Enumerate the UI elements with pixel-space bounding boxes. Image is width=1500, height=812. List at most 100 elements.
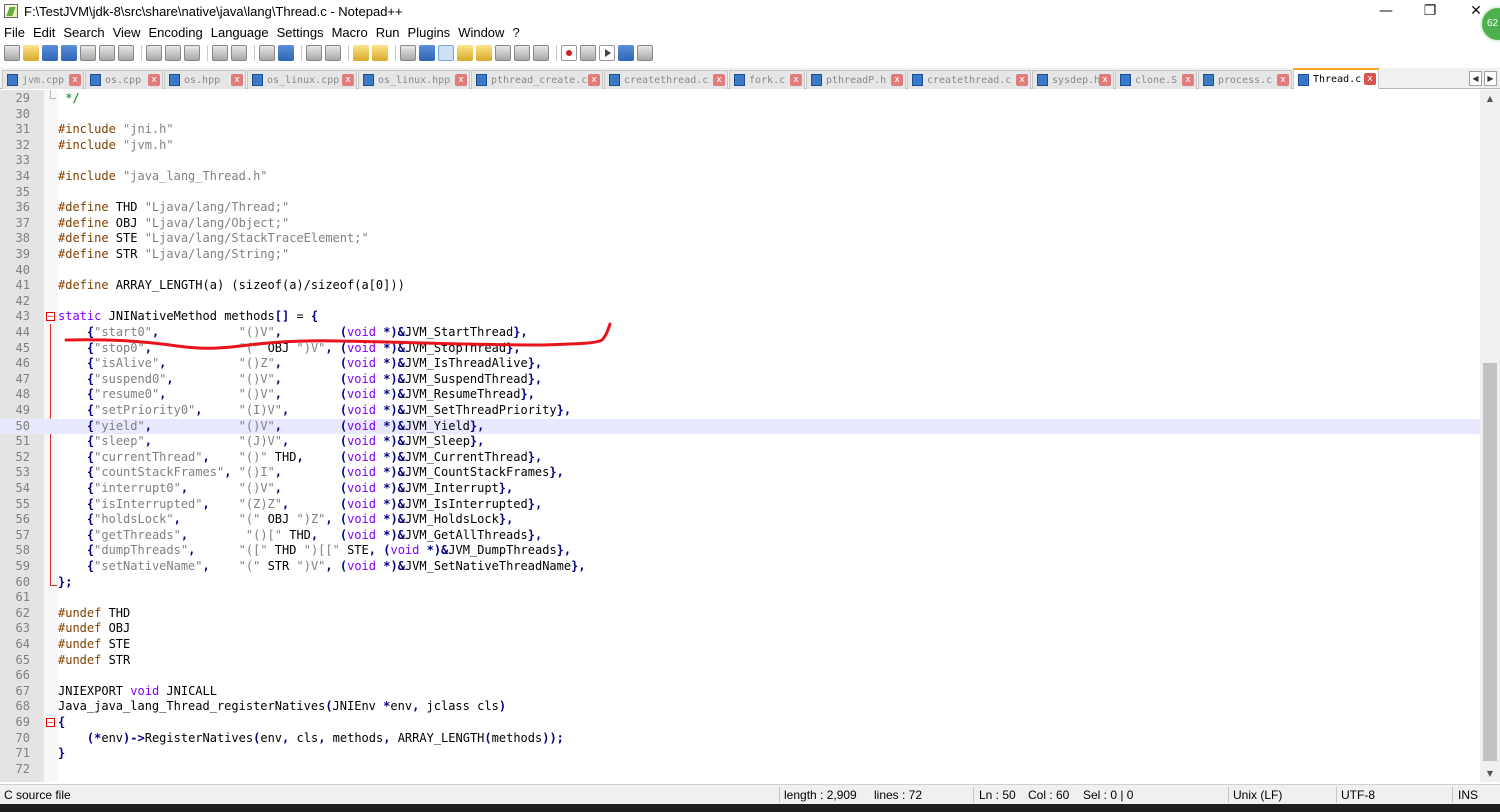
code-line[interactable]: 41 #define ARRAY_LENGTH(a) (sizeof(a)/siz… — [0, 278, 1480, 294]
code-line[interactable]: 44 {"start0", "()V", (void *)&JVM_StartT… — [0, 325, 1480, 341]
code-line[interactable]: 42 — [0, 294, 1480, 310]
zoom-out-icon[interactable] — [325, 45, 341, 61]
tab-sysdep-h[interactable]: sysdep.h x — [1032, 70, 1114, 89]
code-line[interactable]: 40 — [0, 263, 1480, 279]
sync-horizontal-icon[interactable] — [372, 45, 388, 61]
menu-item-help[interactable]: ? — [512, 25, 519, 40]
menu-item-window[interactable]: Window — [458, 25, 504, 40]
code-line[interactable]: 68 Java_java_lang_Thread_registerNatives(… — [0, 699, 1480, 715]
code-line[interactable]: 45 {"stop0", "(" OBJ ")V", (void *)&JVM_… — [0, 341, 1480, 357]
code-line[interactable]: 39 #define STR "Ljava/lang/String;" — [0, 247, 1480, 263]
code-line[interactable]: 56 {"holdsLock", "(" OBJ ")Z", (void *)&… — [0, 512, 1480, 528]
close-file-icon[interactable] — [80, 45, 96, 61]
code-line[interactable]: 33 — [0, 153, 1480, 169]
show-all-characters-icon[interactable] — [419, 45, 435, 61]
indent-guide-icon[interactable] — [438, 45, 454, 61]
scroll-down-button[interactable]: ▼ — [1480, 765, 1500, 782]
tab-os-cpp[interactable]: os.cpp x — [85, 70, 163, 89]
menu-item-settings[interactable]: Settings — [277, 25, 324, 40]
code-line[interactable]: 59 {"setNativeName", "(" STR ")V", (void… — [0, 559, 1480, 575]
status-eol[interactable]: Unix (LF) — [1233, 788, 1282, 802]
tab-close-icon[interactable]: x — [455, 74, 467, 86]
code-line[interactable]: 34 #include "java_lang_Thread.h" — [0, 169, 1480, 185]
save-icon[interactable] — [42, 45, 58, 61]
tab-os-hpp[interactable]: os.hpp x — [164, 70, 246, 89]
code-line[interactable]: 60}; — [0, 575, 1480, 591]
code-line[interactable]: 50 {"yield", "()V", (void *)&JVM_Yield}, — [0, 418, 1480, 435]
code-line[interactable]: 66 — [0, 668, 1480, 684]
tab-close-icon[interactable]: x — [342, 74, 354, 86]
menu-item-search[interactable]: Search — [63, 25, 104, 40]
code-line[interactable]: 51 {"sleep", "(J)V", (void *)&JVM_Sleep}… — [0, 434, 1480, 450]
code-line[interactable]: 31 #include "jni.h" — [0, 122, 1480, 138]
menu-item-plugins[interactable]: Plugins — [408, 25, 451, 40]
stop-macro-icon[interactable] — [580, 45, 596, 61]
tab-close-icon[interactable]: x — [1182, 74, 1194, 86]
code-line[interactable]: 32 #include "jvm.h" — [0, 138, 1480, 154]
tab-close-icon[interactable]: x — [1016, 74, 1028, 86]
tab-close-icon[interactable]: x — [148, 74, 160, 86]
word-wrap-icon[interactable] — [400, 45, 416, 61]
code-line[interactable]: 35 — [0, 185, 1480, 201]
menu-item-macro[interactable]: Macro — [332, 25, 368, 40]
run-macro-multiple-icon[interactable] — [618, 45, 634, 61]
scrollbar-thumb[interactable] — [1483, 363, 1497, 761]
status-encoding[interactable]: UTF-8 — [1341, 788, 1375, 802]
menu-item-encoding[interactable]: Encoding — [149, 25, 203, 40]
code-line[interactable]: 70 (*env)->RegisterNatives(env, cls, met… — [0, 731, 1480, 747]
tab-createthread-c[interactable]: createthread.c x — [604, 70, 728, 89]
replace-icon[interactable] — [278, 45, 294, 61]
code-line[interactable]: 37 #define OBJ "Ljava/lang/Object;" — [0, 216, 1480, 232]
record-macro-icon[interactable] — [561, 45, 577, 61]
code-line[interactable]: 43 static JNINativeMethod methods[] = { — [0, 309, 1480, 325]
code-line[interactable]: 64 #undef STE — [0, 637, 1480, 653]
tab-createthread-c[interactable]: createthread.c x — [907, 70, 1031, 89]
monitoring-icon[interactable] — [533, 45, 549, 61]
tab-pthreadp-h[interactable]: pthreadP.h x — [806, 70, 906, 89]
code-line[interactable]: 38 #define STE "Ljava/lang/StackTraceElem… — [0, 231, 1480, 247]
function-list-icon[interactable] — [495, 45, 511, 61]
close-all-icon[interactable] — [99, 45, 115, 61]
cut-icon[interactable] — [146, 45, 162, 61]
folder-workspace-icon[interactable] — [514, 45, 530, 61]
user-language-icon[interactable] — [457, 45, 473, 61]
code-line[interactable]: 48 {"resume0", "()V", (void *)&JVM_Resum… — [0, 387, 1480, 403]
paste-icon[interactable] — [184, 45, 200, 61]
scroll-up-button[interactable]: ▲ — [1480, 90, 1500, 107]
code-line[interactable]: 69 { — [0, 715, 1480, 731]
code-line[interactable]: 54 {"interrupt0", "()V", (void *)&JVM_In… — [0, 481, 1480, 497]
tab-close-icon[interactable]: x — [1099, 74, 1111, 86]
code-line[interactable]: 36 #define THD "Ljava/lang/Thread;" — [0, 200, 1480, 216]
tab-scroll-right-button[interactable]: ▶ — [1484, 71, 1497, 86]
fold-toggle-icon[interactable]: − — [46, 718, 55, 727]
undo-icon[interactable] — [212, 45, 228, 61]
tab-close-icon[interactable]: x — [891, 74, 903, 86]
redo-icon[interactable] — [231, 45, 247, 61]
menu-item-run[interactable]: Run — [376, 25, 400, 40]
code-line[interactable]: 55 {"isInterrupted", "(Z)Z", (void *)&JV… — [0, 497, 1480, 513]
tab-fork-c[interactable]: fork.c x — [729, 70, 805, 89]
tab-close-icon[interactable]: x — [588, 74, 600, 86]
sync-vertical-icon[interactable] — [353, 45, 369, 61]
code-line[interactable]: 47 {"suspend0", "()V", (void *)&JVM_Susp… — [0, 372, 1480, 388]
save-macro-icon[interactable] — [637, 45, 653, 61]
zoom-in-icon[interactable] — [306, 45, 322, 61]
code-line[interactable]: 63 #undef OBJ — [0, 621, 1480, 637]
minimize-button[interactable]: — — [1363, 0, 1409, 22]
menu-item-file[interactable]: File — [4, 25, 25, 40]
tab-close-icon[interactable]: x — [1364, 73, 1376, 85]
code-line[interactable]: 62 #undef THD — [0, 606, 1480, 622]
code-editor[interactable]: 29 */30 31 #include "jni.h" 32 #include "jvm… — [0, 90, 1500, 782]
code-line[interactable]: 65 #undef STR — [0, 653, 1480, 669]
tab-pthread-create-c[interactable]: pthread_create.c x — [471, 70, 603, 89]
menu-item-language[interactable]: Language — [211, 25, 269, 40]
tab-thread-c[interactable]: Thread.c x — [1293, 68, 1379, 89]
tab-close-icon[interactable]: x — [713, 74, 725, 86]
tab-close-icon[interactable]: x — [69, 74, 81, 86]
open-file-icon[interactable] — [23, 45, 39, 61]
play-macro-icon[interactable] — [599, 45, 615, 61]
status-insert-mode[interactable]: INS — [1458, 788, 1478, 802]
code-line[interactable]: 67 JNIEXPORT void JNICALL — [0, 684, 1480, 700]
code-line[interactable]: 46 {"isAlive", "()Z", (void *)&JVM_IsThr… — [0, 356, 1480, 372]
menu-item-edit[interactable]: Edit — [33, 25, 55, 40]
